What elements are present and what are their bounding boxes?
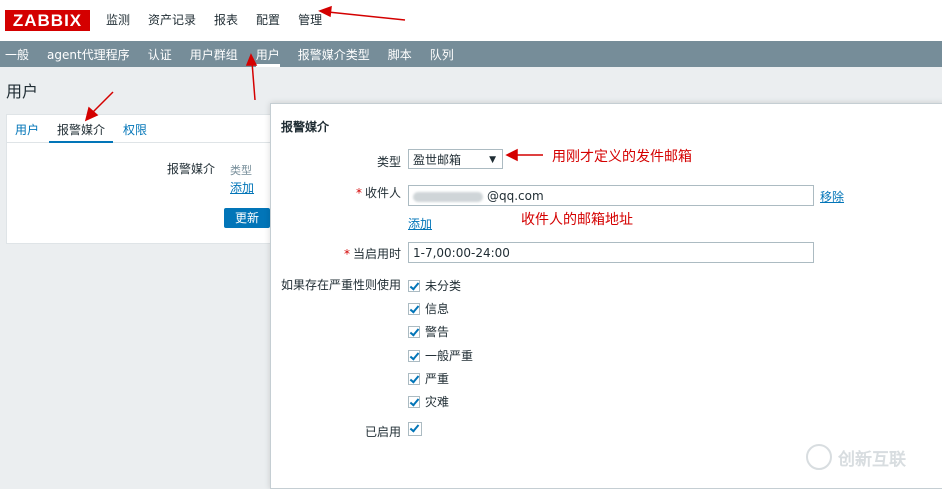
main-nav: 监测 资产记录 报表 配置 管理 [106, 11, 322, 28]
enabled-label: 已启用 [364, 425, 401, 439]
user-tabs: 用户 报警媒介 权限 [7, 115, 271, 143]
when-active-input[interactable]: 1-7,00:00-24:00 [408, 242, 814, 263]
checkbox-checked[interactable] [408, 372, 420, 385]
severity-not-classified[interactable]: 未分类 [408, 277, 461, 294]
watermark-logo-icon [806, 444, 832, 470]
tab-media[interactable]: 报警媒介 [49, 121, 114, 143]
sub-nav: 一般 agent代理程序 认证 用户群组 用户 报警媒介类型 脚本 队列 [0, 41, 942, 67]
remove-recipient-link[interactable]: 移除 [820, 188, 844, 205]
type-annotation: 用刚才定义的发件邮箱 [552, 149, 692, 165]
severity-label: 如果存在严重性则使用 [280, 278, 401, 292]
enabled-toggle[interactable] [408, 422, 422, 436]
checkbox-checked[interactable] [408, 422, 422, 436]
checkbox-checked[interactable] [408, 302, 420, 315]
recipient-value: @qq.com [487, 189, 544, 203]
subnav-scripts[interactable]: 脚本 [388, 46, 412, 67]
when-active-label: * 当启用时 [343, 247, 401, 261]
subnav-general[interactable]: 一般 [5, 46, 29, 67]
type-label: 类型 [376, 155, 401, 169]
checkbox-checked[interactable] [408, 325, 420, 338]
page-title: 用户 [6, 82, 39, 101]
subnav-media-types[interactable]: 报警媒介类型 [298, 46, 370, 67]
nav-monitoring[interactable]: 监测 [106, 11, 130, 28]
watermark-text: 创新互联 [838, 449, 906, 470]
subnav-queue[interactable]: 队列 [430, 46, 454, 67]
dialog-title: 报警媒介 [281, 120, 330, 134]
checkbox-checked[interactable] [408, 279, 420, 292]
user-form-card: 用户 报警媒介 权限 报警媒介 类型 添加 更新 [6, 114, 272, 244]
severity-warning[interactable]: 警告 [408, 323, 449, 340]
severity-information[interactable]: 信息 [408, 300, 449, 317]
nav-administration[interactable]: 管理 [298, 11, 322, 28]
tab-permissions[interactable]: 权限 [123, 121, 147, 138]
update-button[interactable]: 更新 [224, 208, 270, 228]
media-type-value: 盈世邮箱 [413, 153, 462, 167]
watermark: 创新互联 [806, 444, 906, 470]
chevron-down-icon: ▼ [489, 155, 496, 165]
severity-average[interactable]: 一般严重 [408, 347, 473, 364]
top-header: ZABBIX 监测 资产记录 报表 配置 管理 [0, 0, 942, 41]
severity-disaster[interactable]: 灾难 [408, 393, 449, 410]
recipient-annotation: 收件人的邮箱地址 [521, 212, 633, 228]
media-type-column-header: 类型 [230, 164, 252, 177]
when-active-value: 1-7,00:00-24:00 [413, 246, 510, 260]
recipient-input[interactable]: @qq.com [408, 185, 814, 206]
subnav-user-groups[interactable]: 用户群组 [190, 46, 238, 67]
media-type-select[interactable]: 盈世邮箱 ▼ [408, 149, 503, 169]
subnav-users[interactable]: 用户 [255, 46, 280, 67]
media-field-label: 报警媒介 [167, 162, 216, 176]
recipient-label: * 收件人 [355, 186, 401, 200]
tab-user[interactable]: 用户 [15, 121, 39, 138]
nav-reports[interactable]: 报表 [214, 11, 238, 28]
zabbix-logo[interactable]: ZABBIX [5, 10, 90, 31]
severity-high[interactable]: 严重 [408, 370, 449, 387]
subnav-authentication[interactable]: 认证 [148, 46, 172, 67]
subnav-proxies[interactable]: agent代理程序 [47, 46, 130, 67]
add-media-link[interactable]: 添加 [230, 179, 254, 196]
redacted-email [413, 191, 483, 202]
add-recipient-link[interactable]: 添加 [408, 215, 432, 232]
nav-configuration[interactable]: 配置 [256, 11, 280, 28]
nav-inventory[interactable]: 资产记录 [148, 11, 196, 28]
checkbox-checked[interactable] [408, 395, 420, 408]
checkbox-checked[interactable] [408, 349, 420, 362]
